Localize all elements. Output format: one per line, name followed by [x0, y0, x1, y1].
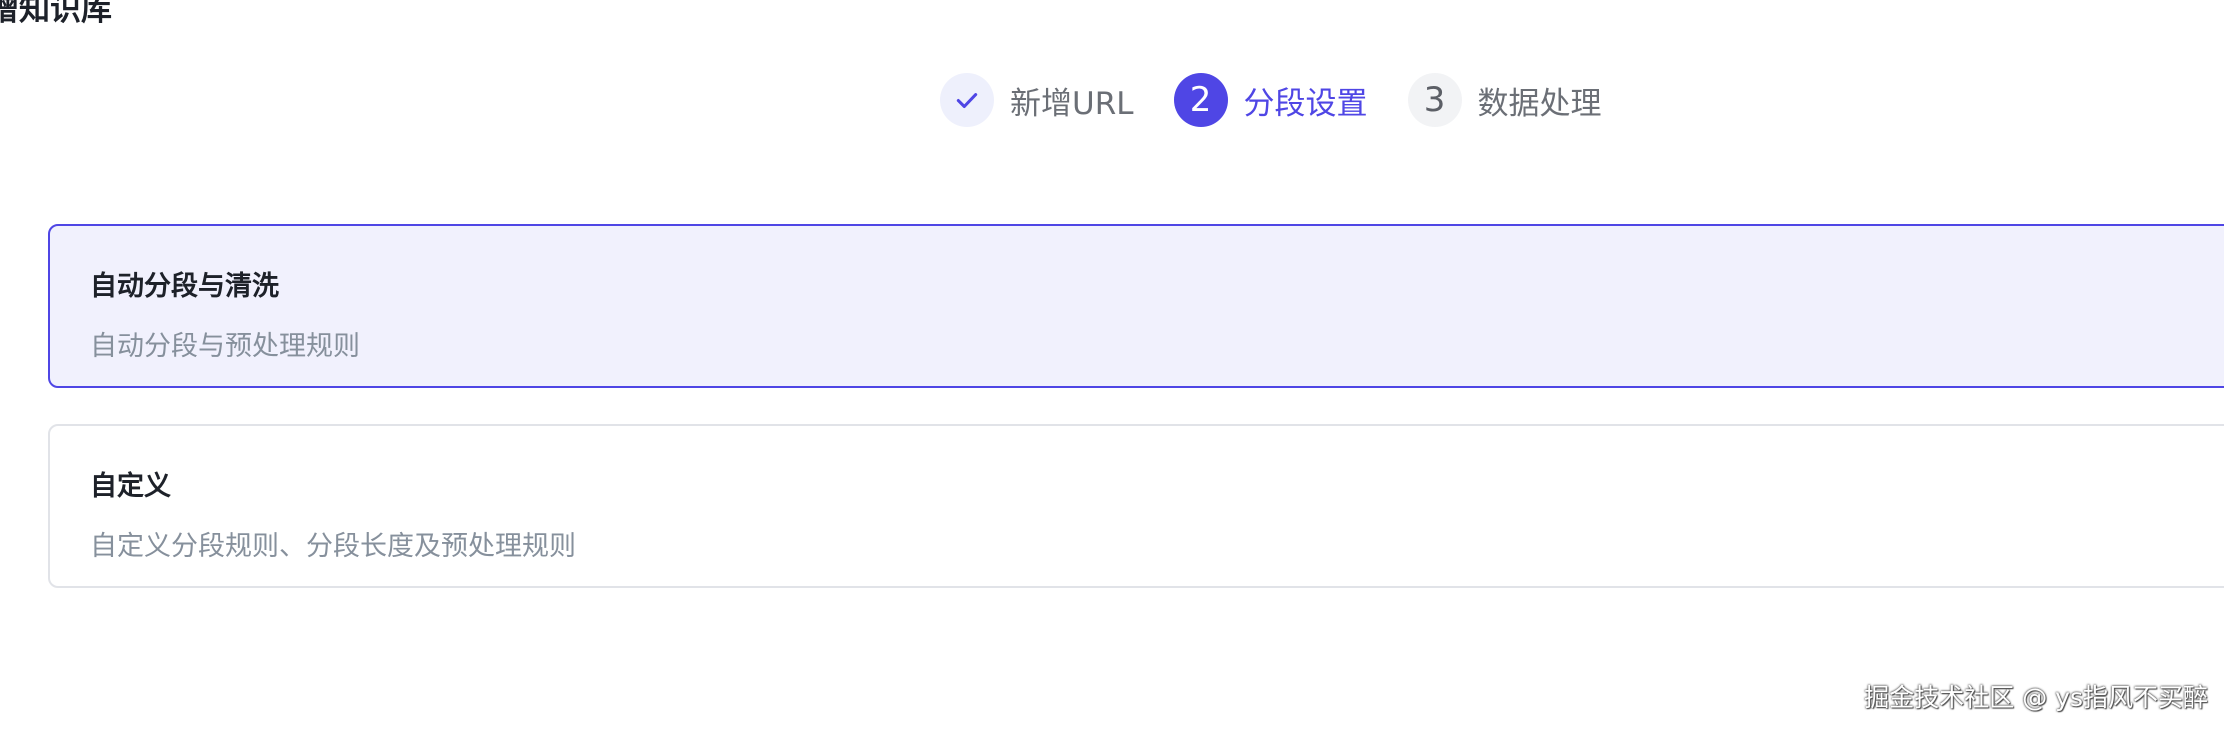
step-number: 2	[1173, 73, 1228, 127]
step-segment-settings[interactable]: 2 分段设置	[1173, 73, 1368, 127]
option-title: 自动分段与清洗	[90, 271, 279, 302]
option-description: 自动分段与预处理规则	[90, 331, 360, 362]
step-label: 数据处理	[1477, 85, 1602, 122]
option-custom[interactable]: 自定义 自定义分段规则、分段长度及预处理规则	[48, 424, 2224, 588]
watermark: 掘金技术社区 @ ys指风不买醉	[1864, 683, 2208, 712]
step-add-url[interactable]: 新增URL	[940, 73, 1134, 127]
step-label: 新增URL	[1010, 85, 1134, 122]
check-icon	[956, 93, 978, 109]
step-number: 3	[1407, 73, 1462, 127]
option-description: 自定义分段规则、分段长度及预处理规则	[90, 531, 576, 562]
option-auto-segment[interactable]: 自动分段与清洗 自动分段与预处理规则	[48, 224, 2224, 388]
step-done-circle	[940, 73, 994, 127]
step-label: 分段设置	[1243, 85, 1368, 122]
step-data-processing[interactable]: 3 数据处理	[1407, 73, 1602, 127]
knowledge-base-page: 增知识库 新增URL 2 分段设置 3 数据处理 自动分段与清洗 自动分段与预处…	[0, 0, 2224, 734]
option-title: 自定义	[90, 471, 171, 502]
page-title: 增知识库	[0, 0, 112, 28]
stepper: 新增URL 2 分段设置 3 数据处理	[940, 72, 1642, 128]
